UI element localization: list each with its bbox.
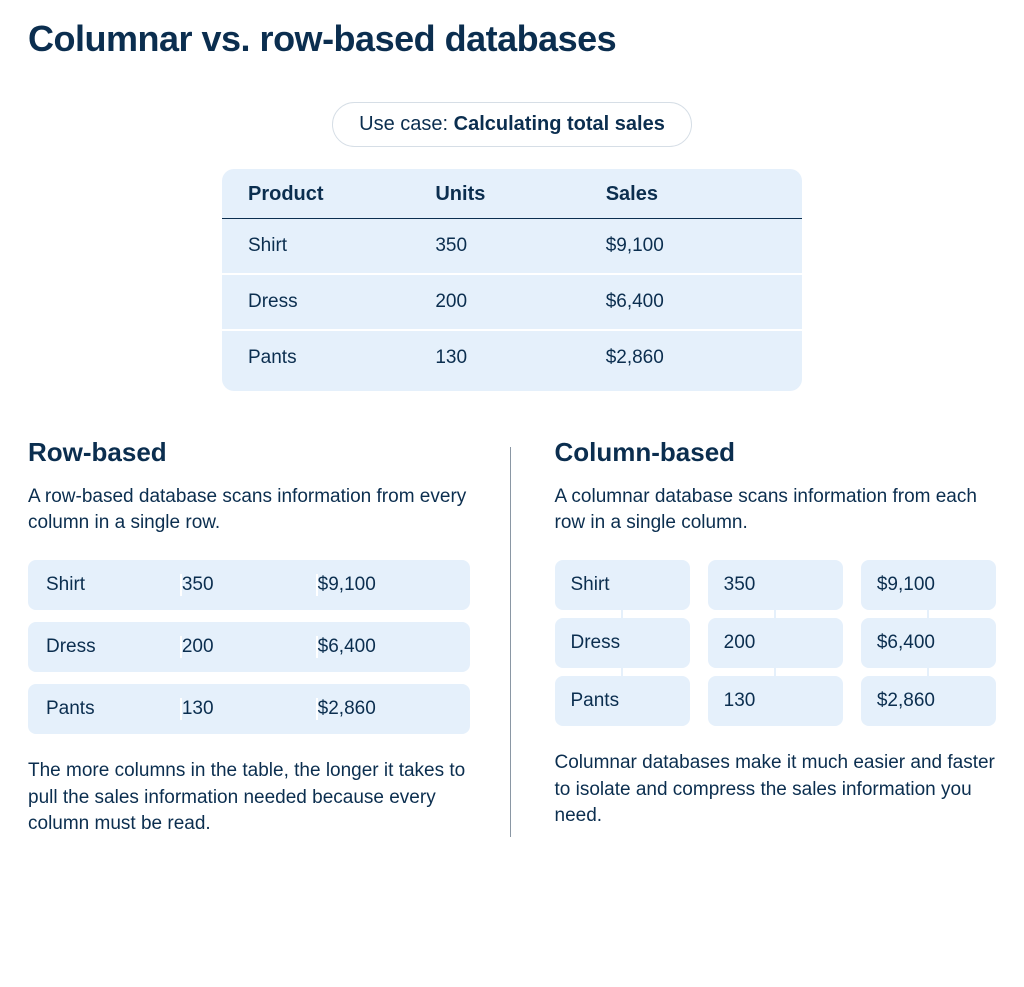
row-based-lead: A row-based database scans information f…: [28, 484, 470, 536]
cell-product: Pants: [248, 347, 435, 369]
column-based-heading: Column-based: [555, 437, 997, 468]
rb-cell-product: Pants: [46, 698, 182, 720]
col-header-product: Product: [248, 183, 435, 206]
cb-cell: 130: [708, 676, 843, 726]
example-data-table: Product Units Sales Shirt 350 $9,100 Dre…: [222, 169, 802, 391]
cb-cell: $2,860: [861, 676, 996, 726]
column-based-lead: A columnar database scans information fr…: [555, 484, 997, 536]
cb-cell: Shirt: [555, 560, 690, 610]
rb-cell-product: Shirt: [46, 574, 182, 596]
cell-sales: $9,100: [606, 235, 776, 257]
use-case-pill: Use case: Calculating total sales: [332, 102, 692, 147]
cell-sales: $6,400: [606, 291, 776, 313]
col-header-sales: Sales: [606, 183, 776, 206]
row-based-visual: Shirt 350 $9,100 Dress 200 $6,400 Pants …: [28, 560, 470, 734]
cell-units: 130: [435, 347, 605, 369]
table-row: Dress 200 $6,400: [222, 275, 802, 331]
use-case-value: Calculating total sales: [454, 113, 665, 135]
rb-cell-sales: $6,400: [318, 636, 452, 658]
cb-cell: 200: [708, 618, 843, 668]
cell-units: 200: [435, 291, 605, 313]
rb-cell-sales: $9,100: [318, 574, 452, 596]
rb-cell-units: 350: [182, 574, 318, 596]
cb-cell: Pants: [555, 676, 690, 726]
rb-cell-product: Dress: [46, 636, 182, 658]
cb-column-sales: $9,100 $6,400 $2,860: [861, 560, 996, 726]
column-based-section: Column-based A columnar database scans i…: [551, 437, 997, 837]
row-based-tail: The more columns in the table, the longe…: [28, 758, 470, 837]
rb-cell-units: 130: [182, 698, 318, 720]
rb-row: Shirt 350 $9,100: [28, 560, 470, 610]
cb-cell: 350: [708, 560, 843, 610]
rb-cell-sales: $2,860: [318, 698, 452, 720]
cell-units: 350: [435, 235, 605, 257]
use-case-prefix: Use case:: [359, 113, 453, 135]
row-based-section: Row-based A row-based database scans inf…: [28, 437, 470, 837]
column-based-tail: Columnar databases make it much easier a…: [555, 750, 997, 829]
table-row: Shirt 350 $9,100: [222, 219, 802, 275]
rb-row: Dress 200 $6,400: [28, 622, 470, 672]
cb-column-units: 350 200 130: [708, 560, 843, 726]
cell-sales: $2,860: [606, 347, 776, 369]
section-divider: [510, 447, 511, 837]
cell-product: Shirt: [248, 235, 435, 257]
cell-product: Dress: [248, 291, 435, 313]
row-based-heading: Row-based: [28, 437, 470, 468]
cb-column-product: Shirt Dress Pants: [555, 560, 690, 726]
cb-cell: Dress: [555, 618, 690, 668]
cb-cell: $9,100: [861, 560, 996, 610]
table-header-row: Product Units Sales: [222, 183, 802, 219]
column-based-visual: Shirt Dress Pants 350 200 130 $9,100 $6,…: [555, 560, 997, 726]
cb-cell: $6,400: [861, 618, 996, 668]
page-title: Columnar vs. row-based databases: [28, 18, 996, 60]
col-header-units: Units: [435, 183, 605, 206]
table-row: Pants 130 $2,860: [222, 331, 802, 385]
rb-cell-units: 200: [182, 636, 318, 658]
rb-row: Pants 130 $2,860: [28, 684, 470, 734]
